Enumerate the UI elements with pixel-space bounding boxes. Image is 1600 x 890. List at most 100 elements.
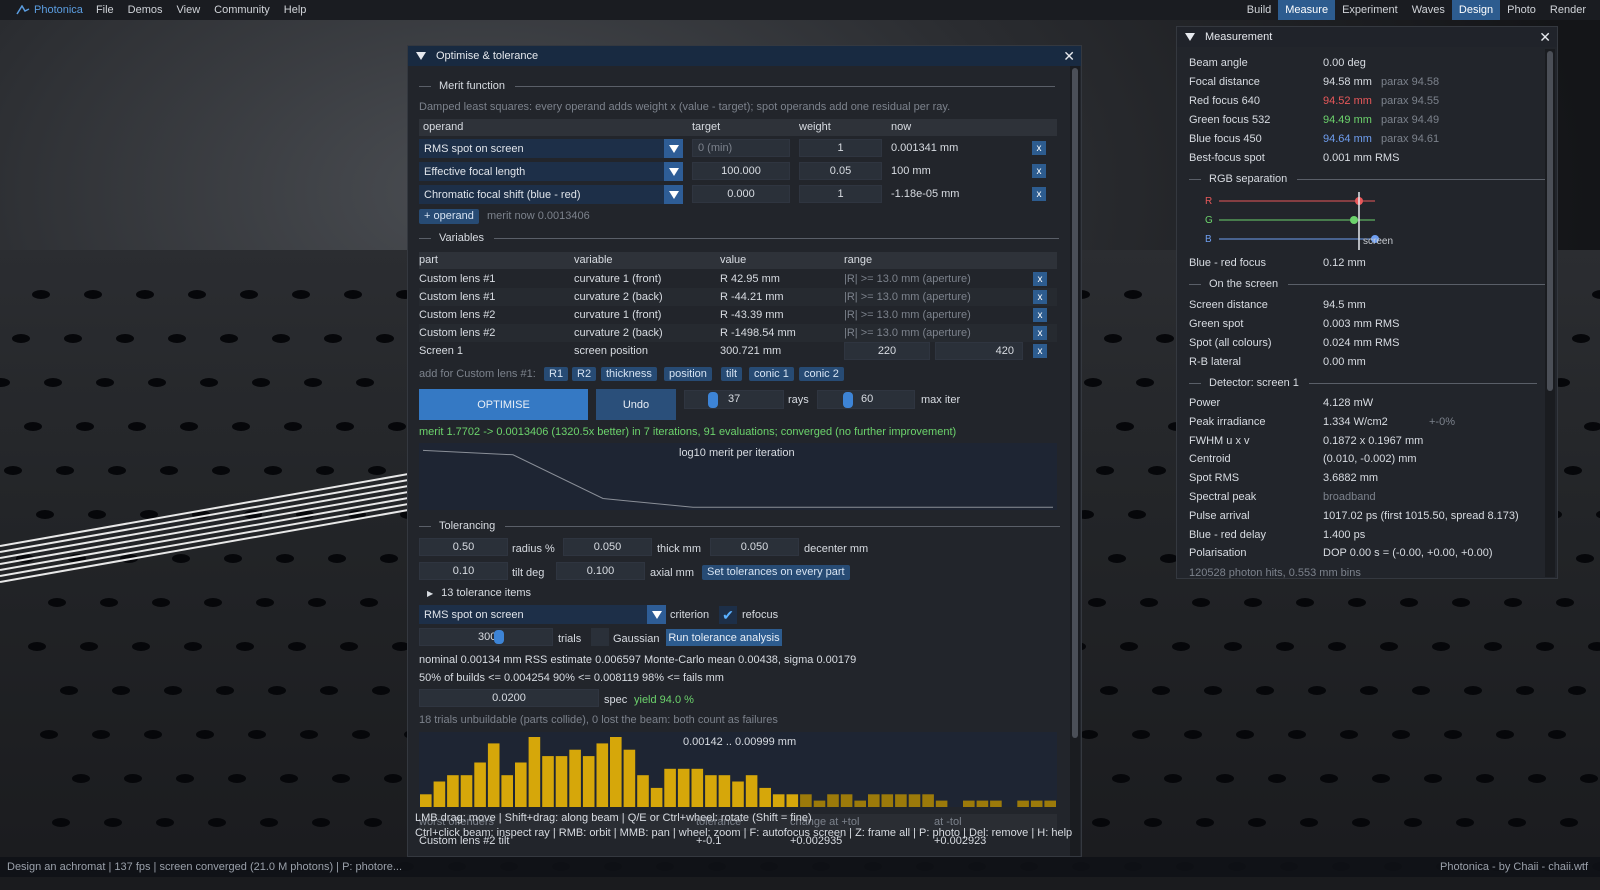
tab-photo[interactable]: Photo — [1500, 0, 1543, 20]
optimise-panel-header[interactable]: Optimise & tolerance ✕ — [408, 46, 1081, 66]
tab-waves[interactable]: Waves — [1405, 0, 1452, 20]
add-variable-chip[interactable]: conic 1 — [749, 367, 794, 381]
add-variable-chip[interactable]: R2 — [572, 367, 596, 381]
table-hole — [264, 466, 282, 475]
histogram-bar — [651, 788, 663, 807]
panel-title: Measurement — [1205, 31, 1272, 43]
table-hole — [1088, 598, 1106, 607]
max-iter-slider[interactable]: 60 — [817, 390, 915, 409]
histogram-bar — [895, 794, 907, 807]
tab-build[interactable]: Build — [1240, 0, 1278, 20]
table-hole — [300, 730, 318, 739]
remove-variable-button[interactable]: x — [1033, 326, 1047, 340]
operand-weight-field[interactable]: 1 — [799, 185, 882, 203]
optimise-scrollbar[interactable] — [1070, 66, 1080, 856]
histogram-bar — [990, 801, 1002, 807]
spec-field[interactable]: 0.0200 — [419, 689, 599, 707]
histogram-bar — [936, 801, 948, 807]
remove-variable-button[interactable]: x — [1033, 308, 1047, 322]
add-variable-chip[interactable]: position — [664, 367, 712, 381]
remove-variable-button[interactable]: x — [1033, 344, 1047, 358]
remove-operand-button[interactable]: x — [1032, 187, 1046, 201]
table-hole — [1556, 598, 1574, 607]
axial-tol-label: axial mm — [650, 567, 694, 579]
radius-tol-field[interactable]: 0.50 — [419, 538, 508, 556]
operand-now-value: 100 mm — [891, 165, 931, 177]
menu-help[interactable]: Help — [277, 0, 314, 20]
rays-slider[interactable]: 37 — [684, 390, 784, 409]
tab-render[interactable]: Render — [1543, 0, 1600, 20]
histogram-bar — [678, 769, 690, 807]
add-variable-chip[interactable]: thickness — [601, 367, 657, 381]
operand-dropdown[interactable]: RMS spot on screen — [419, 139, 683, 158]
gaussian-checkbox[interactable] — [591, 628, 609, 646]
operand-target-field[interactable]: 0 (min) — [692, 139, 790, 157]
add-variable-chip[interactable]: R1 — [544, 367, 568, 381]
remove-operand-button[interactable]: x — [1032, 164, 1046, 178]
remove-operand-button[interactable]: x — [1032, 141, 1046, 155]
tolerance-items-toggle[interactable]: ▶13 tolerance items — [427, 587, 531, 599]
run-tolerance-button[interactable]: Run tolerance analysis — [666, 629, 782, 646]
histogram-bar — [800, 794, 812, 807]
set-tolerances-button[interactable]: Set tolerances on every part — [702, 565, 850, 580]
trials-slider-knob[interactable] — [494, 630, 504, 644]
undo-button[interactable]: Undo — [596, 389, 676, 420]
menu-view[interactable]: View — [170, 0, 208, 20]
collapse-icon[interactable] — [416, 52, 426, 60]
tab-design[interactable]: Design — [1452, 0, 1500, 20]
range-max-field[interactable]: 420 — [935, 342, 1023, 360]
table-hole — [172, 554, 190, 563]
status-right: Photonica - by Chaii - chaii.wtf — [1440, 861, 1588, 873]
operand-target-field[interactable]: 0.000 — [692, 185, 790, 203]
menu-file[interactable]: File — [89, 0, 121, 20]
table-hole — [1084, 378, 1102, 387]
operand-weight-field[interactable]: 1 — [799, 139, 882, 157]
criterion-dropdown[interactable]: RMS spot on screen — [419, 605, 666, 624]
table-hole — [376, 334, 394, 343]
tab-measure[interactable]: Measure — [1278, 0, 1335, 20]
operand-dropdown[interactable]: Chromatic focal shift (blue - red) — [419, 185, 683, 204]
thick-tol-field[interactable]: 0.050 — [563, 538, 652, 556]
collapse-icon[interactable] — [1185, 33, 1195, 41]
operand-dropdown[interactable]: Effective focal length — [419, 162, 683, 181]
close-icon[interactable]: ✕ — [1063, 48, 1075, 65]
menu-demos[interactable]: Demos — [121, 0, 170, 20]
menu-community[interactable]: Community — [207, 0, 277, 20]
table-hole — [112, 686, 130, 695]
tab-experiment[interactable]: Experiment — [1335, 0, 1405, 20]
remove-variable-button[interactable]: x — [1033, 290, 1047, 304]
rays-slider-knob[interactable] — [708, 392, 718, 408]
table-hole — [1340, 730, 1358, 739]
variables-section-header: Variables — [419, 232, 1059, 244]
remove-variable-button[interactable]: x — [1033, 272, 1047, 286]
operand-target-field[interactable]: 100.000 — [692, 162, 790, 180]
histogram-bar — [909, 794, 921, 807]
measurement-scrollbar[interactable] — [1545, 49, 1555, 577]
app-logo[interactable]: Photonica — [0, 4, 89, 16]
histogram-bar — [501, 775, 513, 807]
axial-tol-field[interactable]: 0.100 — [556, 562, 645, 580]
tilt-tol-field[interactable]: 0.10 — [419, 562, 508, 580]
decenter-tol-field[interactable]: 0.050 — [710, 538, 799, 556]
optimise-scrollbar-thumb[interactable] — [1072, 68, 1078, 738]
histogram-bar — [882, 794, 894, 807]
trials-slider[interactable]: 300 — [419, 628, 553, 646]
table-hole — [84, 290, 102, 299]
measurement-row: Focal distance94.58 mmparax 94.58 — [1189, 76, 1539, 95]
table-hole — [248, 730, 266, 739]
operand-weight-field[interactable]: 0.05 — [799, 162, 882, 180]
refocus-checkbox[interactable]: ✔ — [719, 606, 737, 624]
table-hole — [332, 774, 350, 783]
range-min-field[interactable]: 220 — [844, 342, 930, 360]
max-iter-slider-knob[interactable] — [843, 392, 853, 408]
table-hole — [1424, 774, 1442, 783]
add-variable-chip[interactable]: tilt — [721, 367, 742, 381]
optimise-button[interactable]: OPTIMISE — [419, 389, 588, 420]
close-icon[interactable]: ✕ — [1539, 29, 1551, 46]
add-variable-chip[interactable]: conic 2 — [799, 367, 844, 381]
table-hole — [1548, 730, 1566, 739]
table-hole — [156, 818, 174, 827]
measurement-panel-header[interactable]: Measurement ✕ — [1177, 27, 1557, 47]
add-operand-button[interactable]: + operand — [419, 209, 479, 224]
measurement-scrollbar-thumb[interactable] — [1547, 51, 1553, 391]
